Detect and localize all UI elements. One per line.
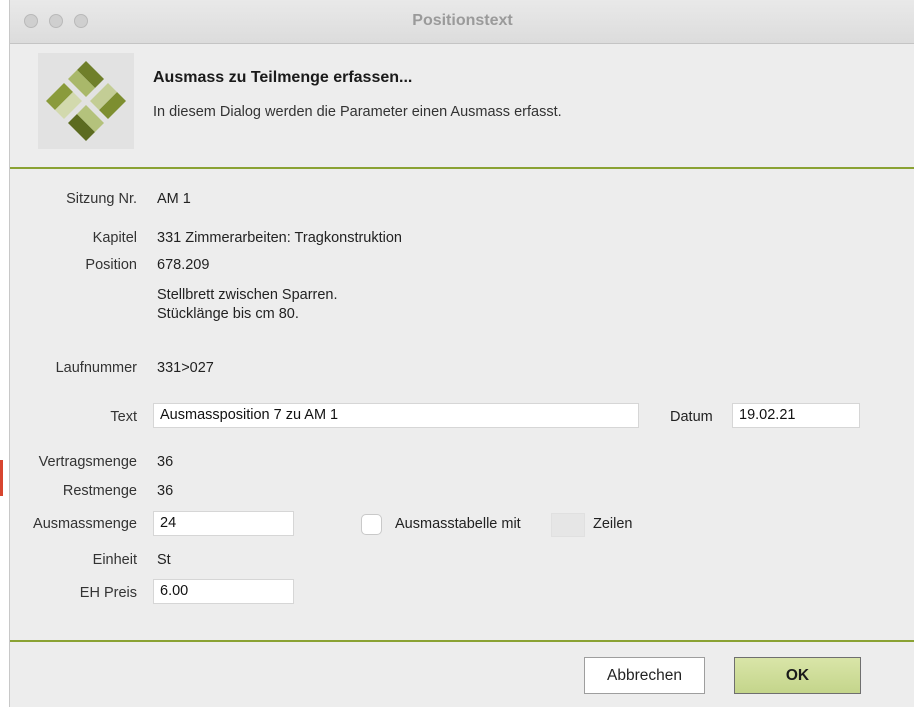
- dialog-heading: Ausmass zu Teilmenge erfassen...: [153, 69, 413, 86]
- window-title: Positionstext: [412, 12, 513, 29]
- zeilen-label: Zeilen: [593, 516, 633, 532]
- edge-marker: [0, 460, 3, 496]
- einheit-value: St: [157, 552, 171, 568]
- position-description-line1: Stellbrett zwischen Sparren.: [157, 287, 338, 303]
- eh-preis-label: EH Preis: [79, 585, 137, 601]
- green-diamond-logo-icon: [38, 53, 134, 149]
- dialog-window: Positionstext Ausmass zu Teilmenge erfas…: [9, 0, 914, 707]
- einheit-label: Einheit: [92, 552, 137, 568]
- dialog-header: Ausmass zu Teilmenge erfassen... In dies…: [10, 44, 914, 168]
- cancel-button[interactable]: Abbrechen: [584, 657, 705, 694]
- ausmassmenge-input[interactable]: 24: [153, 511, 294, 536]
- ok-button[interactable]: OK: [734, 657, 861, 694]
- header-divider: [10, 167, 914, 169]
- ausmasstabelle-label: Ausmasstabelle mit: [395, 516, 521, 532]
- ausmasstabelle-checkbox[interactable]: [361, 514, 382, 535]
- text-input[interactable]: Ausmassposition 7 zu AM 1: [153, 403, 639, 428]
- kapitel-value: 331 Zimmerarbeiten: Tragkonstruktion: [157, 230, 402, 246]
- datum-label: Datum: [670, 409, 713, 425]
- text-label: Text: [110, 409, 137, 425]
- kapitel-label: Kapitel: [92, 230, 137, 246]
- restmenge-value: 36: [157, 483, 174, 499]
- vertragsmenge-value: 36: [157, 454, 174, 470]
- sitzung-value: AM 1: [157, 191, 191, 207]
- position-description: Stellbrett zwischen Sparren. Stücklänge …: [157, 286, 338, 324]
- eh-preis-input[interactable]: 6.00: [153, 579, 294, 604]
- title-bar: Positionstext: [10, 0, 914, 44]
- position-label: Position: [85, 257, 137, 273]
- dialog-description: In diesem Dialog werden die Parameter ei…: [153, 104, 562, 120]
- laufnummer-value: 331>027: [157, 360, 214, 376]
- ausmassmenge-label: Ausmassmenge: [33, 516, 137, 532]
- sitzung-label: Sitzung Nr.: [66, 191, 137, 207]
- restmenge-label: Restmenge: [62, 483, 137, 499]
- laufnummer-label: Laufnummer: [55, 360, 137, 376]
- position-value: 678.209: [157, 257, 210, 273]
- position-description-line2: Stücklänge bis cm 80.: [157, 306, 299, 322]
- vertragsmenge-label: Vertragsmenge: [38, 454, 137, 470]
- datum-input[interactable]: 19.02.21: [732, 403, 860, 428]
- ausmasstabelle-rows-input[interactable]: [551, 513, 585, 537]
